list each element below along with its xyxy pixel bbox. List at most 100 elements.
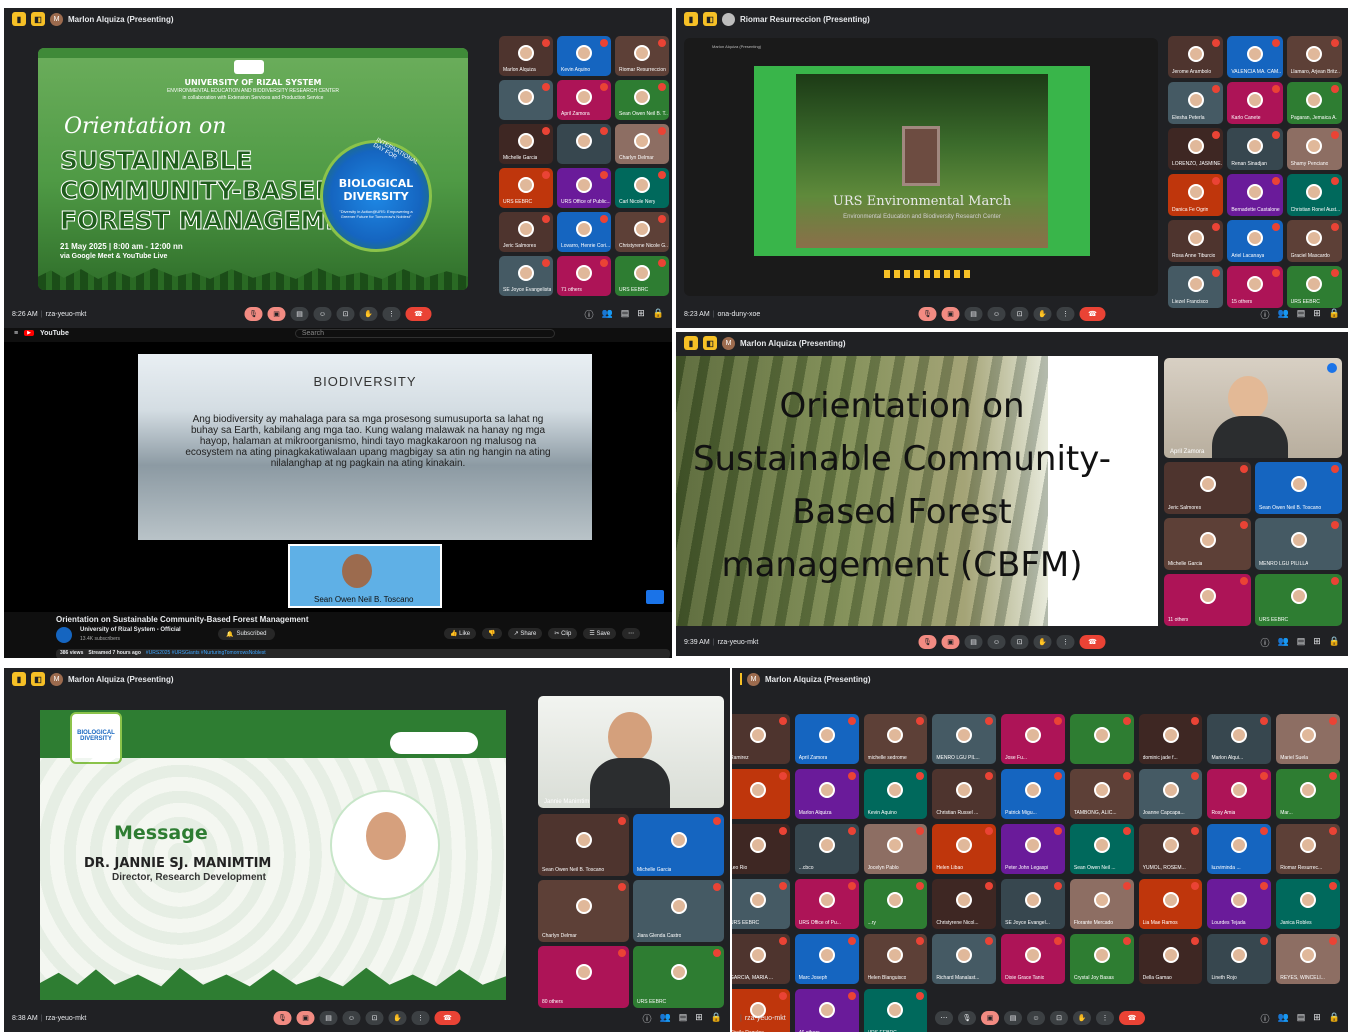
video-player[interactable]: BIODIVERSITY Ang biodiversity ay mahalag…	[4, 342, 672, 612]
more-options-icon[interactable]: ⋮	[1096, 1011, 1114, 1025]
emoji-icon[interactable]: ☺	[987, 307, 1006, 321]
info-icon[interactable]: ⓘ	[1260, 636, 1269, 649]
mic-off-icon[interactable]: 🎙	[918, 635, 937, 649]
share-button[interactable]: ↗ Share	[507, 628, 543, 639]
info-icon[interactable]: ⓘ	[1260, 1012, 1269, 1025]
emoji-icon[interactable]: ☺	[342, 1011, 361, 1025]
captions-icon[interactable]: ▤	[290, 307, 309, 321]
participant-tile[interactable]: LORENZO, JASMINE...	[1168, 128, 1224, 170]
participant-tile[interactable]: Joanne Capcapa...	[1138, 769, 1203, 819]
youtube-logo-icon[interactable]: ▶	[24, 330, 34, 336]
participant-tile[interactable]: Della Gamao	[1138, 934, 1203, 984]
more-audio-icon[interactable]: ⋯	[935, 1011, 953, 1025]
participant-tile[interactable]: ...ry	[863, 879, 928, 929]
dislike-button[interactable]: 👎	[482, 628, 502, 639]
like-button[interactable]: 👍 Like	[444, 628, 477, 639]
participant-tile[interactable]: ...cbco	[794, 824, 859, 874]
people-icon[interactable]: 👥	[660, 1012, 671, 1025]
participant-tile[interactable]: 80 others	[538, 946, 629, 1008]
participant-tile[interactable]: Marlon Alquiza	[499, 36, 553, 76]
captions-icon[interactable]: ▤	[964, 635, 983, 649]
clip-button[interactable]: ✂ Clip	[548, 628, 578, 639]
participant-tile[interactable]: April Zamora	[794, 714, 859, 764]
participant-tile[interactable]: 11 others	[1164, 574, 1251, 626]
participant-tile[interactable]: URS Office of Public...	[557, 168, 611, 208]
raise-hand-icon[interactable]: ✋	[1073, 1011, 1091, 1025]
end-call-icon[interactable]: ☎	[1079, 307, 1106, 321]
present-icon[interactable]: ⊡	[1050, 1011, 1068, 1025]
participant-tile[interactable]: Elesha Peterla	[1168, 82, 1224, 124]
emoji-icon[interactable]: ☺	[1027, 1011, 1045, 1025]
menu-icon[interactable]: ≡	[14, 330, 18, 337]
participant-tile[interactable]: REYES, WINCELI...	[1276, 934, 1340, 984]
people-icon[interactable]: 👥	[1278, 636, 1289, 649]
search-input[interactable]: Search	[294, 328, 555, 338]
participant-tile[interactable]: Jerome Arambolo	[1168, 36, 1224, 78]
raise-hand-icon[interactable]: ✋	[359, 307, 378, 321]
participant-tile[interactable]: Sean Owen Neil B. Toscano	[538, 814, 629, 876]
participant-tile[interactable]: Riomar Resurrec...	[1276, 824, 1340, 874]
participant-tile[interactable]: Michelle Garcia	[1164, 518, 1251, 570]
participant-tile[interactable]: Marlon Alqui...	[1207, 714, 1272, 764]
window-icon[interactable]: ◧	[703, 12, 717, 26]
participant-tile[interactable]: URS EEBRC	[499, 168, 553, 208]
participant-tile[interactable]: Llamaro, Arjean Britz...	[1286, 36, 1342, 78]
participant-tile[interactable]: Renan Sinadjan	[1227, 128, 1283, 170]
participant-tile[interactable]: TAMBONG, ALIC...	[1069, 769, 1134, 819]
participant-tile[interactable]: URS EEBRC	[615, 256, 669, 296]
panel-toggle-icon[interactable]: ▮	[684, 12, 698, 26]
panel-toggle-icon[interactable]: ▮	[12, 12, 26, 26]
chat-icon[interactable]: ▤	[1297, 1012, 1306, 1025]
present-icon[interactable]: ⊡	[365, 1011, 384, 1025]
participant-tile[interactable]: URS EEBRC	[1255, 574, 1342, 626]
description-bar[interactable]: 386 views Streamed 7 hours ago #URS2025 …	[56, 649, 670, 658]
participant-tile[interactable]: URS EEBRC	[732, 879, 790, 929]
raise-hand-icon[interactable]: ✋	[1033, 307, 1052, 321]
panel-toggle-icon[interactable]: ▮	[684, 336, 698, 350]
more-options-icon[interactable]: ⋮	[1056, 307, 1075, 321]
participant-tile[interactable]: Charlyn Delmar	[615, 124, 669, 164]
end-call-icon[interactable]: ☎	[405, 307, 432, 321]
participant-tile[interactable]: Rosy Amia	[1207, 769, 1272, 819]
participant-tile[interactable]: Michelle Garcia	[633, 814, 724, 876]
activities-icon[interactable]: ⊞	[637, 308, 645, 321]
participant-tile[interactable]: URS EEBRC	[633, 946, 724, 1008]
channel-avatar[interactable]	[56, 627, 72, 643]
participant-tile[interactable]: Christian Russel ...	[932, 769, 997, 819]
participant-tile[interactable]: Patrick Migu...	[1001, 769, 1065, 819]
window-icon[interactable]: ◧	[31, 672, 45, 686]
end-call-icon[interactable]: ☎	[1079, 635, 1106, 649]
participant-tile[interactable]: Danica Fe Ogrin	[1168, 174, 1224, 216]
participant-tile[interactable]: Richard Manalast...	[932, 934, 997, 984]
participant-tile[interactable]: Ramirez	[732, 714, 790, 764]
activities-icon[interactable]: ⊞	[1313, 308, 1321, 321]
participant-tile[interactable]: Rosa Anne Tiburcio	[1168, 220, 1224, 262]
captions-icon[interactable]: ▤	[319, 1011, 338, 1025]
participant-tile[interactable]: Kevin Aquino	[863, 769, 928, 819]
more-options-icon[interactable]: ⋮	[1056, 635, 1075, 649]
participant-tile[interactable]: MENRO LGU PIL...	[932, 714, 997, 764]
captions-icon[interactable]: ▤	[1004, 1011, 1022, 1025]
participant-tile[interactable]: VALENCIA MA. CAM...	[1227, 36, 1283, 78]
subscribed-button[interactable]: 🔔 Subscribed	[218, 628, 275, 640]
window-icon[interactable]: ◧	[703, 336, 717, 350]
participant-tile[interactable]: SE Joyce Evangel...	[1001, 879, 1065, 929]
present-icon[interactable]: ⊡	[336, 307, 355, 321]
participant-tile[interactable]: Karlo Canete	[1227, 82, 1283, 124]
panel-toggle-icon[interactable]: ▮	[12, 672, 26, 686]
camera-off-icon[interactable]: ▣	[267, 307, 286, 321]
participant-tile[interactable]: Jiara Glenda Castro	[633, 880, 724, 942]
info-icon[interactable]: ⓘ	[1260, 308, 1269, 321]
participant-tile[interactable]: Crystal Joy Basas	[1069, 934, 1134, 984]
chat-icon[interactable]: ▤	[1297, 636, 1306, 649]
participant-tile[interactable]: Carl Nicole Nery	[615, 168, 669, 208]
participant-tile[interactable]: Shamy Penciano	[1286, 128, 1342, 170]
participant-tile[interactable]: Graciel Mascardo	[1286, 220, 1342, 262]
info-icon[interactable]: ⓘ	[584, 308, 593, 321]
host-controls-icon[interactable]: 🔒	[711, 1012, 722, 1025]
end-call-icon[interactable]: ☎	[434, 1011, 461, 1025]
participant-tile[interactable]: Peter John Legaspi	[1001, 824, 1065, 874]
mic-off-icon[interactable]: 🎙	[918, 307, 937, 321]
participant-tile[interactable]: April Zamora	[557, 80, 611, 120]
participant-tile[interactable]: Jeric Salmores	[499, 212, 553, 252]
